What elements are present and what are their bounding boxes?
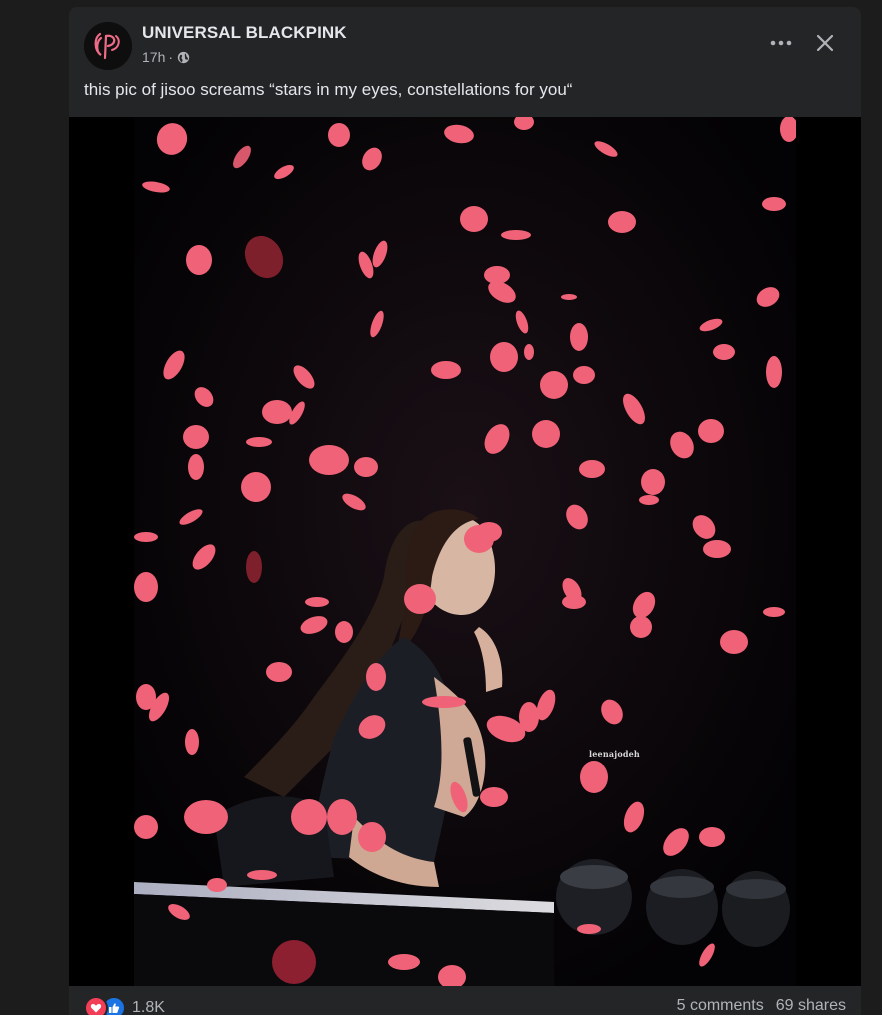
engagement-stats: 5 comments 69 shares — [677, 997, 846, 1015]
post-header: UNIVERSAL BLACKPINK 17h · — [69, 7, 861, 77]
blackpink-logo-icon — [84, 22, 132, 70]
close-icon — [816, 34, 834, 52]
love-icon — [84, 996, 108, 1015]
post-caption: this pic of jisoo screams “stars in my e… — [84, 80, 573, 99]
shares-count[interactable]: 69 shares — [776, 997, 846, 1015]
reactions-summary[interactable]: 1.8K — [84, 996, 165, 1015]
post-media[interactable]: leenajodeh — [69, 117, 861, 986]
post-timestamp[interactable]: 17h — [142, 49, 165, 65]
post-card: UNIVERSAL BLACKPINK 17h · this pic of ji… — [69, 7, 861, 1015]
concert-photo: leenajodeh — [134, 117, 796, 986]
page-name[interactable]: UNIVERSAL BLACKPINK — [142, 23, 347, 43]
globe-icon[interactable] — [177, 51, 190, 64]
concert-photo-art — [134, 117, 796, 986]
page-avatar[interactable] — [84, 22, 132, 70]
close-button[interactable] — [809, 27, 841, 59]
reaction-count[interactable]: 1.8K — [132, 999, 165, 1015]
meta-separator: · — [168, 49, 174, 65]
comments-count[interactable]: 5 comments — [677, 997, 764, 1015]
post-meta: 17h · — [142, 49, 190, 65]
more-options-button[interactable] — [765, 27, 797, 59]
post-footer: 1.8K 5 comments 69 shares — [69, 986, 861, 1015]
photo-watermark: leenajodeh — [589, 749, 640, 759]
left-gutter — [0, 0, 69, 1015]
more-options-icon — [770, 40, 792, 46]
